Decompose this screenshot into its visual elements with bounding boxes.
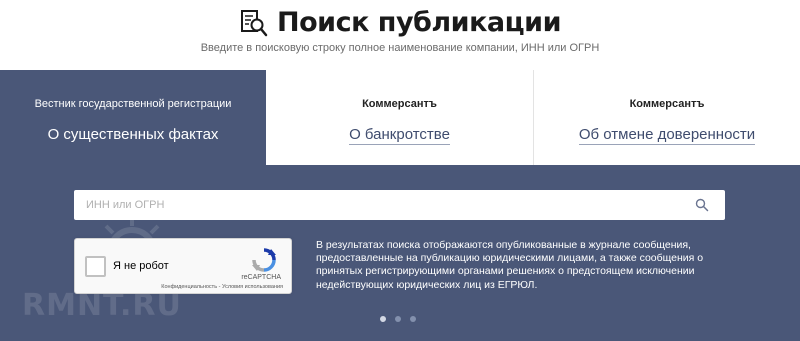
recaptcha-widget: Я не робот reCAPTCHA Конфиденциальность … [74,238,292,294]
tab-source-label: Коммерсантъ [629,98,705,110]
page-header: Поиск публикации Введите в поисковую стр… [0,0,800,70]
tab-power-of-attorney-revocation[interactable]: Коммерсантъ Об отмене доверенности [533,70,800,165]
publication-tabs: Вестник государственной регистрации О су… [0,70,800,165]
search-document-icon [239,8,269,38]
tab-topic-label: Об отмене доверенности [534,126,800,145]
tab-material-facts[interactable]: Вестник государственной регистрации О су… [0,70,266,165]
tab-topic-label: О существенных фактах [47,126,219,143]
page-title: Поиск публикации [277,7,562,38]
search-input[interactable] [74,190,694,220]
search-box [74,190,725,220]
tab-source-label: Вестник государственной регистрации [34,98,232,110]
tab-source-label: Коммерсантъ [362,98,437,110]
tab-topic-label: О банкротстве [266,126,533,145]
recaptcha-logo-icon [252,248,276,272]
tab-topic-link[interactable]: Об отмене доверенности [578,126,756,145]
search-description: В результатах поиска отображаются опубли… [316,239,704,291]
tab-topic-link[interactable]: О банкротстве [349,126,450,145]
recaptcha-links[interactable]: Конфиденциальность - Условия использован… [161,284,283,290]
page-subtitle: Введите в поисковую строку полное наимен… [200,42,600,54]
carousel-dot[interactable] [395,316,401,322]
recaptcha-brand: reCAPTCHA [241,274,281,281]
tab-bankruptcy[interactable]: Коммерсантъ О банкротстве [266,70,533,165]
search-icon[interactable] [695,198,709,212]
recaptcha-label: Я не робот [113,260,169,272]
title-row: Поиск публикации [0,7,800,38]
carousel-dot[interactable] [380,316,386,322]
recaptcha-checkbox[interactable] [85,256,106,277]
carousel-dots [380,316,416,322]
carousel-dot[interactable] [410,316,416,322]
